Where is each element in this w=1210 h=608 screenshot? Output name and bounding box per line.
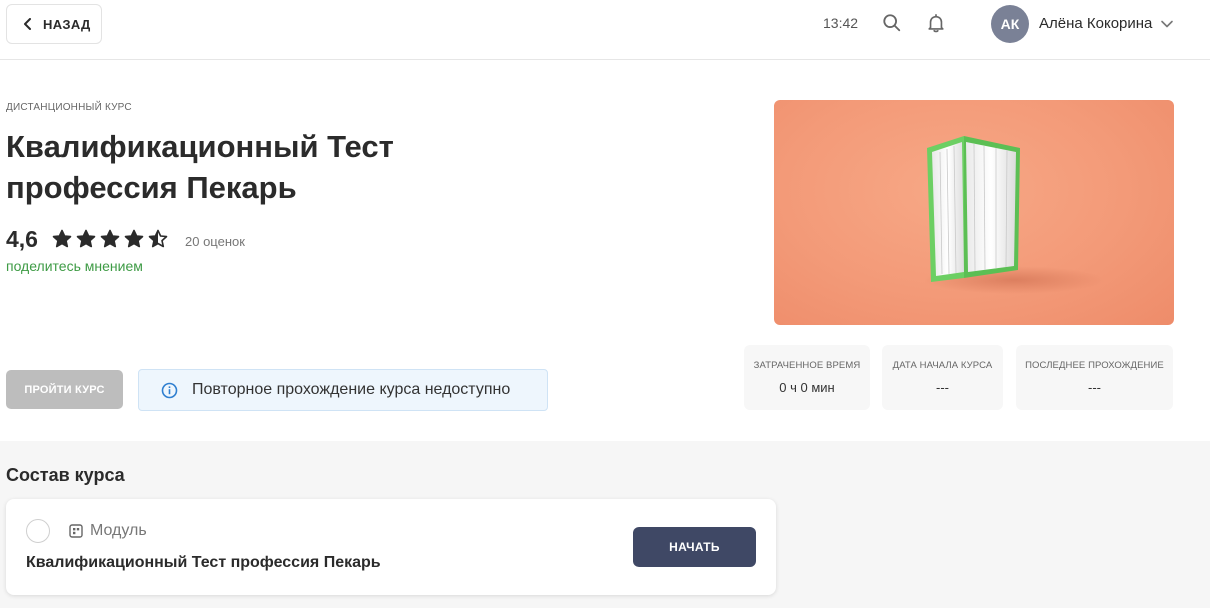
star-full-icon <box>124 229 144 248</box>
course-kind: ДИСТАНЦИОННЫЙ КУРС <box>6 102 132 113</box>
module-icon <box>69 524 83 538</box>
info-icon <box>161 382 178 398</box>
module-card: Модуль Квалификационный Тест профессия П… <box>6 499 776 595</box>
star-half-icon <box>148 229 168 248</box>
stat-value: 0 ч 0 мин <box>779 380 835 395</box>
star-full-icon <box>100 229 120 248</box>
bell-icon[interactable] <box>925 12 947 34</box>
share-opinion-link[interactable]: поделитесь мнением <box>6 258 143 274</box>
stat-value: --- <box>1088 380 1101 395</box>
search-icon[interactable] <box>881 12 903 34</box>
star-full-icon <box>76 229 96 248</box>
completion-checkbox[interactable] <box>26 519 50 543</box>
take-course-button: ПРОЙТИ КУРС <box>6 370 123 409</box>
rating-value: 4,6 <box>6 226 38 252</box>
notice-text: Повторное прохождение курса недоступно <box>192 381 511 398</box>
module-type-label: Модуль <box>90 522 147 539</box>
chevron-down-icon[interactable] <box>1160 17 1174 31</box>
star-rating <box>52 229 168 249</box>
back-button[interactable]: НАЗАД <box>6 4 102 44</box>
book-illustration <box>924 136 1104 294</box>
stat-label: ДАТА НАЧАЛА КУРСА <box>892 360 993 371</box>
reviews-count: 20 оценок <box>185 234 245 249</box>
module-name: Квалификационный Тест профессия Пекарь <box>26 554 381 571</box>
start-module-button[interactable]: НАЧАТЬ <box>633 527 756 567</box>
star-full-icon <box>52 229 72 248</box>
avatar[interactable]: АК <box>991 5 1029 43</box>
section-title: Состав курса <box>6 465 125 485</box>
page-title: Квалификационный Тест профессия Пекарь <box>6 129 394 205</box>
stat-last-attempt: ПОСЛЕДНЕЕ ПРОХОЖДЕНИЕ --- <box>1016 345 1173 410</box>
info-notice: Повторное прохождение курса недоступно <box>138 369 548 411</box>
course-cover-image <box>774 100 1174 325</box>
user-name[interactable]: Алёна Кокорина <box>1039 15 1152 32</box>
back-label: НАЗАД <box>43 16 91 32</box>
stat-label: ПОСЛЕДНЕЕ ПРОХОЖДЕНИЕ <box>1025 360 1164 371</box>
stat-label: ЗАТРАЧЕННОЕ ВРЕМЯ <box>753 360 861 371</box>
clock-time: 13:42 <box>823 15 859 31</box>
top-bar: НАЗАД 13:42 АК Алёна Кокорина <box>0 0 1210 60</box>
chevron-left-icon <box>24 18 31 30</box>
stat-start-date: ДАТА НАЧАЛА КУРСА --- <box>882 345 1003 410</box>
stat-value: --- <box>936 380 949 395</box>
stat-time-spent: ЗАТРАЧЕННОЕ ВРЕМЯ 0 ч 0 мин <box>744 345 870 410</box>
